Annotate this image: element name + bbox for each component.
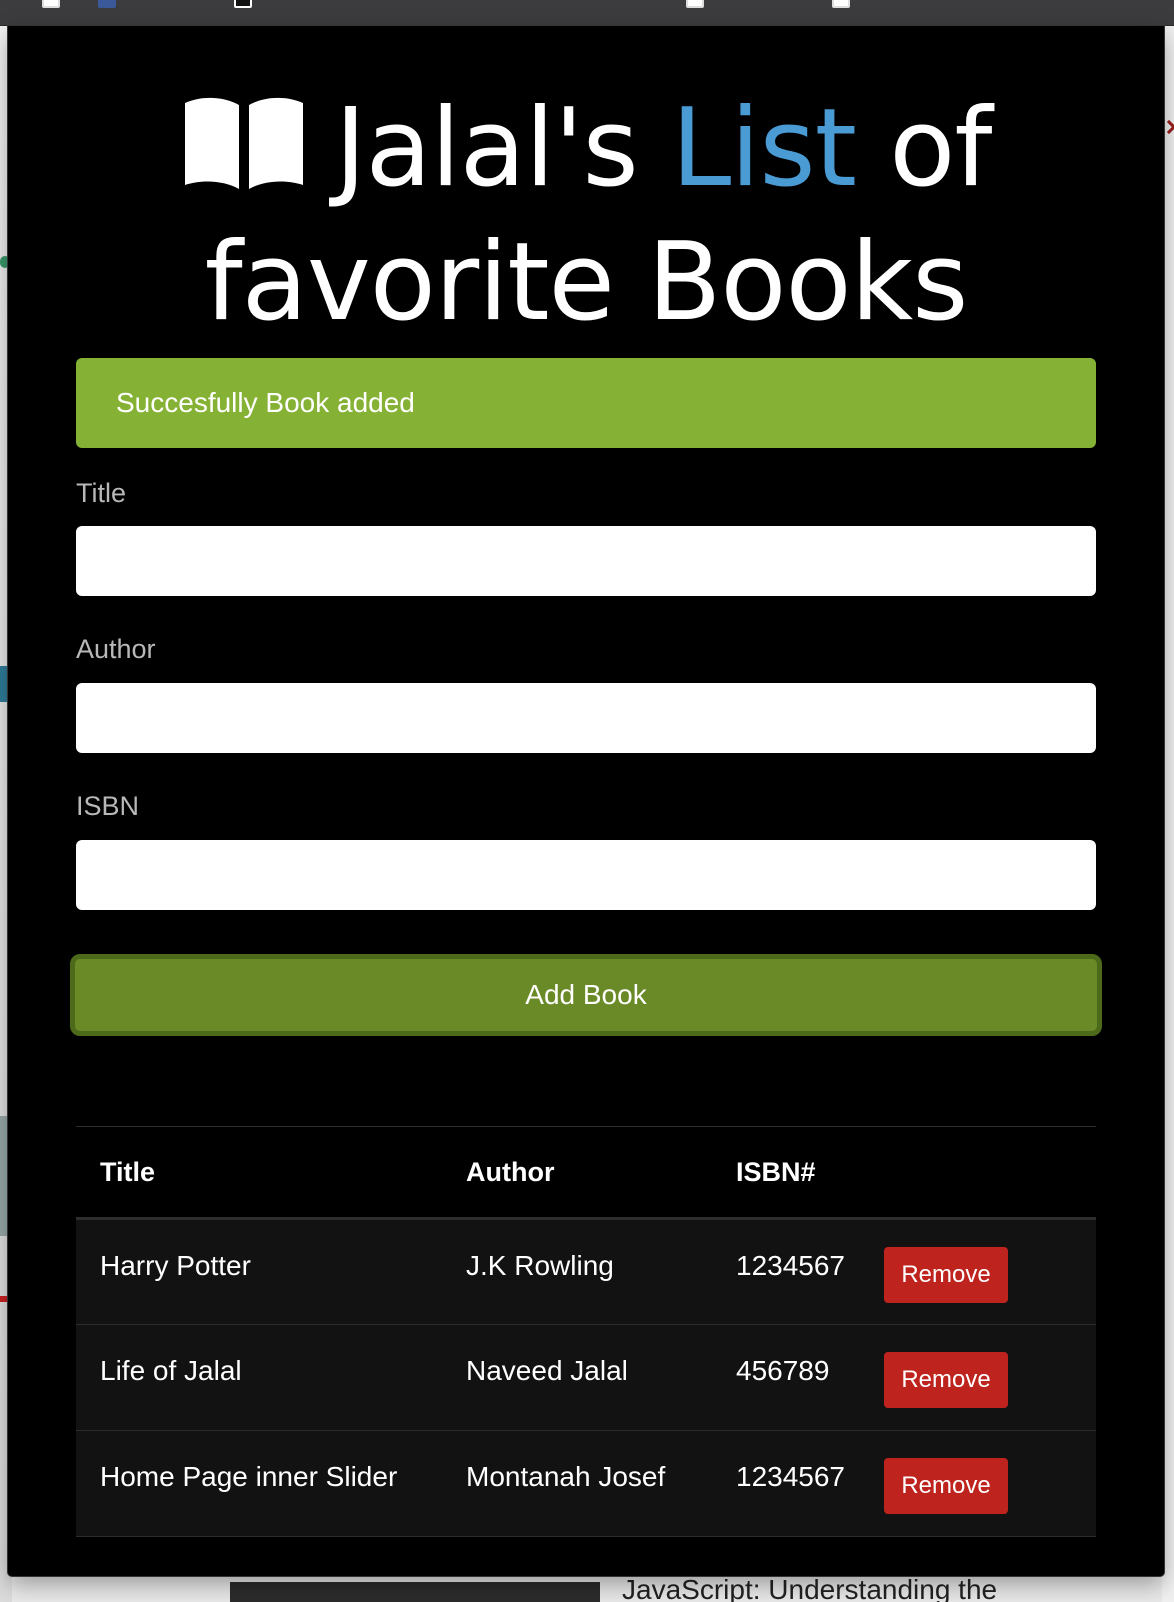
remove-button[interactable]: Remove xyxy=(884,1247,1008,1303)
title-word-jalals: Jalal's xyxy=(334,86,639,211)
table-header-row: Title Author ISBN# xyxy=(76,1126,1096,1219)
book-author-cell: Montanah Josef xyxy=(466,1461,666,1492)
book-action-cell: Remove xyxy=(884,1431,1096,1537)
success-alert: Succesfully Book added xyxy=(76,358,1096,448)
column-header-isbn: ISBN# xyxy=(736,1156,816,1187)
title-label: Title xyxy=(76,478,127,508)
book-action-cell: Remove xyxy=(884,1219,1096,1325)
column-header-actions xyxy=(884,1127,1096,1219)
author-input[interactable] xyxy=(76,683,1096,753)
background-article-thumbnail xyxy=(230,1582,600,1602)
author-label: Author xyxy=(76,634,156,664)
remove-button[interactable]: Remove xyxy=(884,1458,1008,1514)
book-author-cell: J.K Rowling xyxy=(466,1250,614,1281)
remove-button[interactable]: Remove xyxy=(884,1352,1008,1408)
book-isbn-cell: 1234567 xyxy=(736,1250,846,1281)
table-row: Life of Jalal Naveed Jalal 456789 Remove xyxy=(76,1324,1096,1431)
book-title-cell: Life of Jalal xyxy=(100,1355,242,1386)
book-open-icon xyxy=(184,97,303,189)
browser-bookmarks-bar xyxy=(0,0,1174,26)
book-isbn-cell: 456789 xyxy=(736,1355,830,1386)
bookmark-icon[interactable] xyxy=(686,0,704,8)
title-word-list: List xyxy=(671,86,857,211)
book-list-table: Title Author ISBN# Harry Potter J.K Rowl… xyxy=(76,1126,1096,1537)
book-action-cell: Remove xyxy=(884,1325,1096,1431)
column-header-author: Author xyxy=(466,1156,555,1187)
background-article-heading: JavaScript: Understanding the xyxy=(622,1574,998,1602)
book-author-cell: Naveed Jalal xyxy=(466,1355,628,1386)
book-list-app: Jalal's List of favorite Books Succesful… xyxy=(8,26,1164,1576)
book-title-cell: Harry Potter xyxy=(100,1250,251,1281)
book-title-cell: Home Page inner Slider xyxy=(100,1461,398,1492)
title-input[interactable] xyxy=(76,526,1096,596)
title-word-of: of xyxy=(889,86,992,211)
facebook-icon[interactable] xyxy=(98,0,116,8)
table-row: Home Page inner Slider Montanah Josef 12… xyxy=(76,1430,1096,1537)
isbn-input[interactable] xyxy=(76,840,1096,910)
table-row: Harry Potter J.K Rowling 1234567 Remove xyxy=(76,1218,1096,1325)
column-header-title: Title xyxy=(100,1156,156,1187)
bookmark-icon[interactable] xyxy=(42,0,60,8)
book-isbn-cell: 1234567 xyxy=(736,1461,846,1492)
add-book-button[interactable]: Add Book xyxy=(70,954,1102,1036)
isbn-label: ISBN xyxy=(76,791,140,821)
title-line-2: favorite Books xyxy=(204,220,969,345)
bookmark-icon[interactable] xyxy=(832,0,850,8)
bookmark-icon[interactable] xyxy=(234,0,252,8)
page-title: Jalal's List of favorite Books xyxy=(8,82,1164,350)
